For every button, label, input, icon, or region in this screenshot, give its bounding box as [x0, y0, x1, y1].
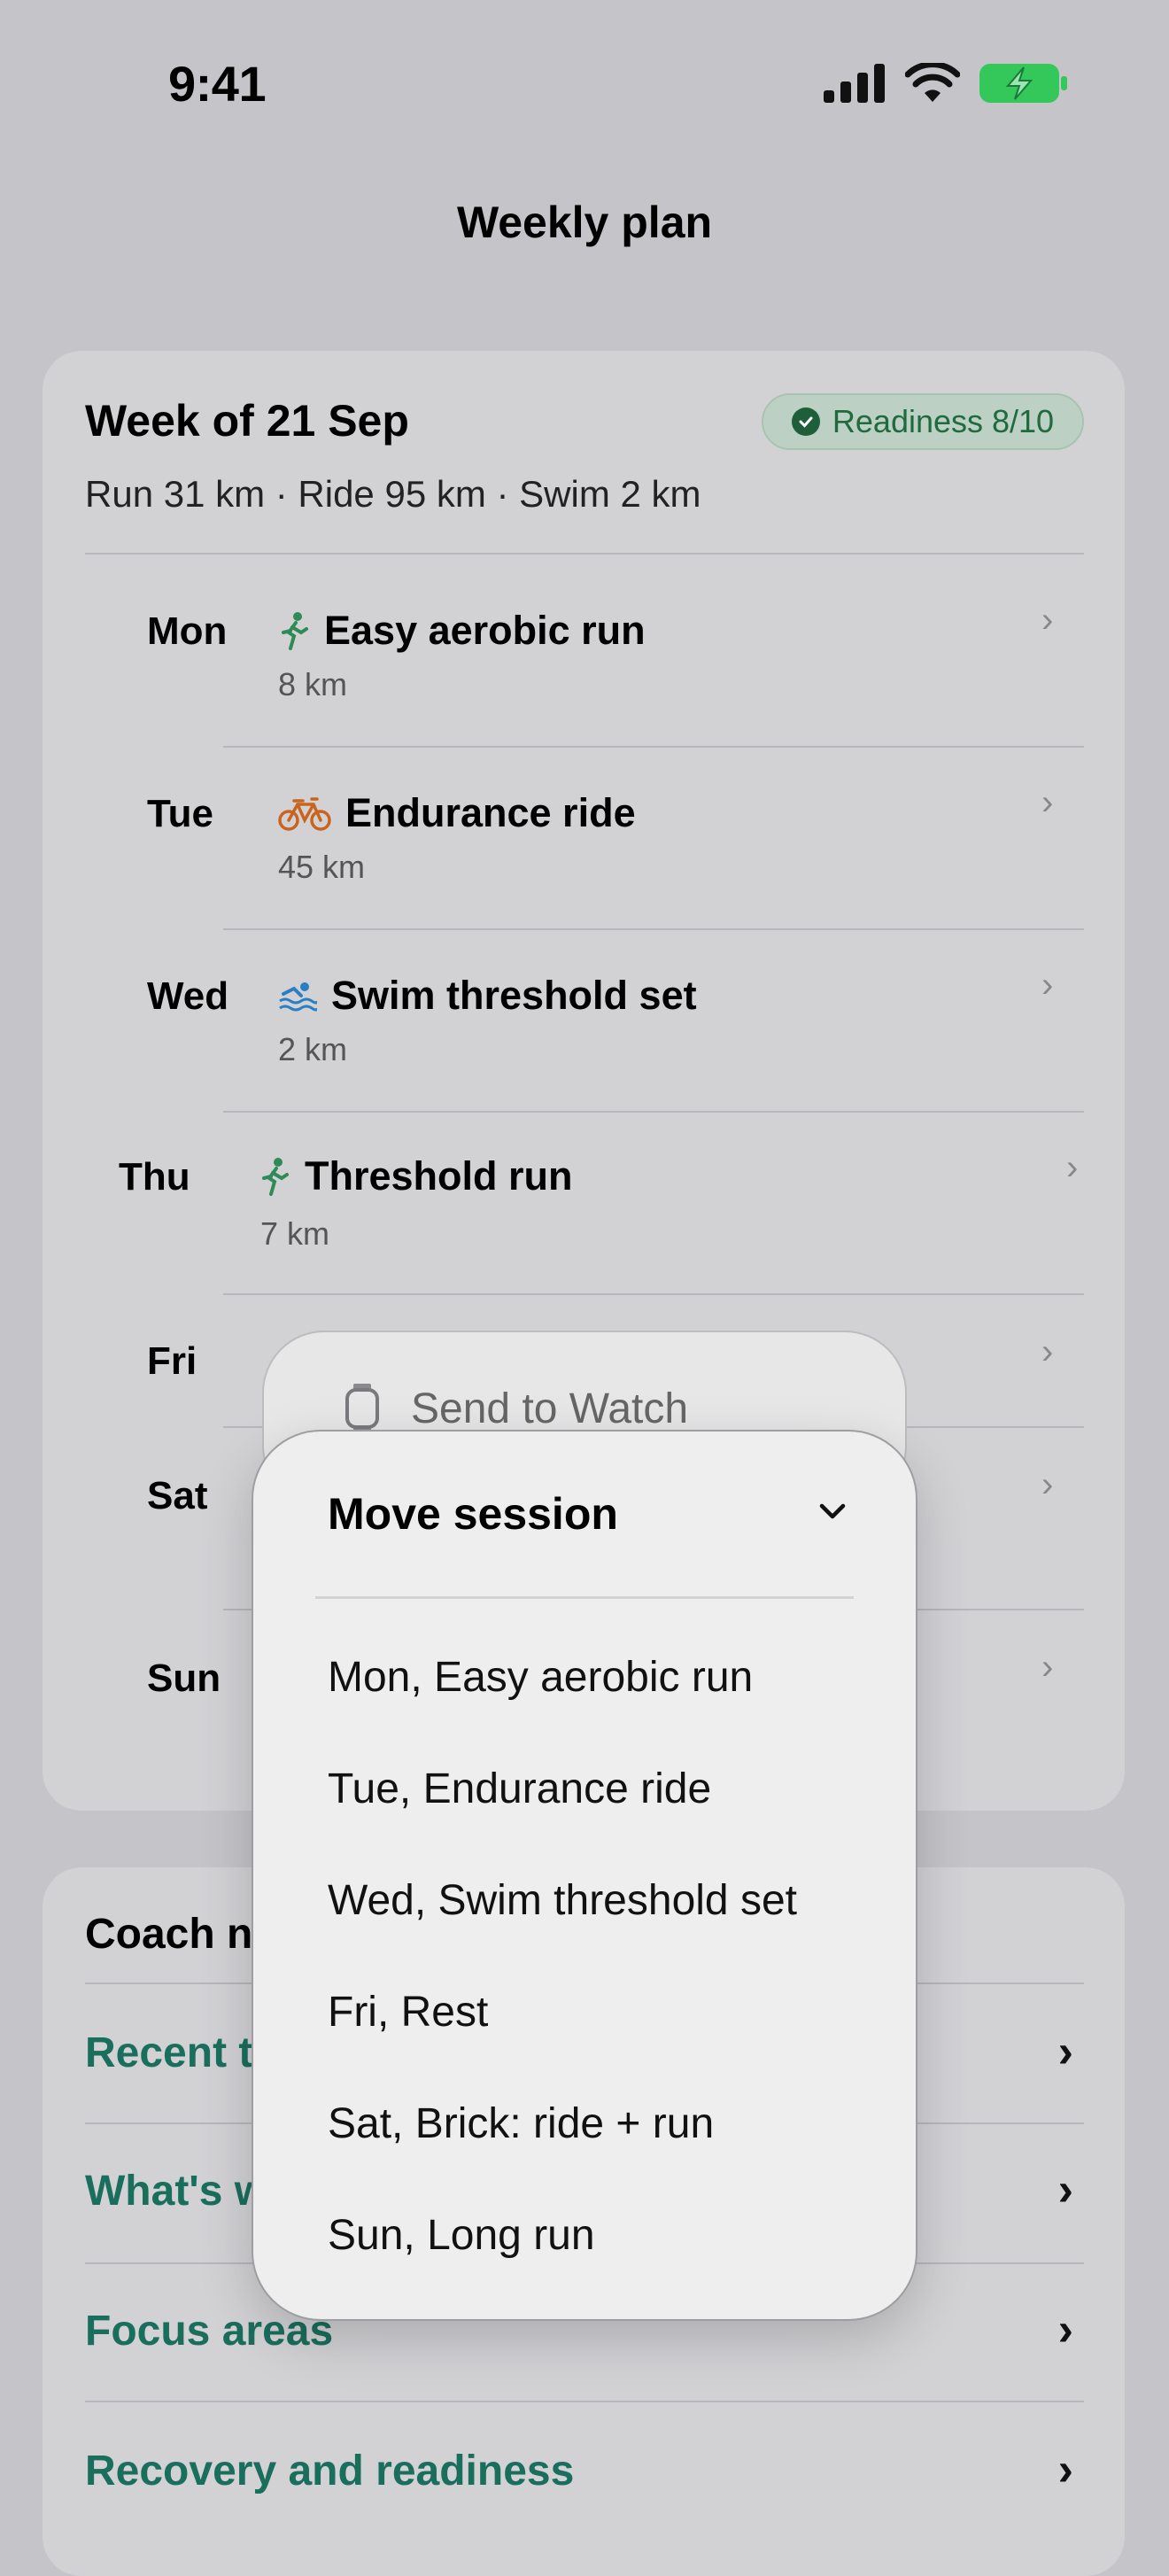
- chevron-right-icon: ›: [1057, 2026, 1073, 2077]
- session-name: Threshold run: [259, 1153, 573, 1199]
- chevron-right-icon: ›: [1041, 966, 1054, 1005]
- menu-item-fri[interactable]: Fri, Rest: [328, 1988, 488, 2037]
- session-name: Swim threshold set: [278, 973, 697, 1019]
- coach-link-whats[interactable]: What's w: [85, 2167, 267, 2215]
- session-row-tue[interactable]: [85, 758, 1084, 927]
- chevron-right-icon: ›: [1041, 783, 1054, 822]
- chevron-right-icon: ›: [1041, 1332, 1054, 1371]
- day-label: Sun: [147, 1657, 221, 1700]
- cellular-signal-icon: [824, 64, 885, 103]
- chevron-right-icon: ›: [1057, 2164, 1073, 2215]
- chevron-right-icon: ›: [1041, 1648, 1054, 1687]
- move-session-header[interactable]: Move session: [328, 1488, 618, 1540]
- run-icon: [282, 612, 308, 650]
- chevron-right-icon: ›: [1057, 2444, 1073, 2495]
- readiness-label: Readiness 8/10: [832, 403, 1055, 439]
- chevron-right-icon: ›: [1041, 1465, 1054, 1504]
- divider: [223, 746, 1084, 748]
- chevron-down-icon[interactable]: [815, 1494, 850, 1533]
- session-row-thu[interactable]: [62, 1121, 1107, 1295]
- session-distance: 8 km: [278, 666, 348, 702]
- menu-item-sun[interactable]: Sun, Long run: [328, 2211, 595, 2260]
- bike-icon: [278, 797, 331, 831]
- coach-title: Coach n: [85, 1911, 253, 1958]
- status-icons: [824, 62, 1068, 105]
- wifi-icon: [905, 63, 960, 102]
- menu-item-mon[interactable]: Mon, Easy aerobic run: [328, 1653, 753, 1702]
- day-label: Mon: [147, 609, 228, 653]
- day-label: Wed: [147, 974, 229, 1018]
- move-session-menu: [252, 1430, 917, 2321]
- session-distance: 7 km: [260, 1215, 330, 1252]
- readiness-badge: Readiness 8/10: [762, 393, 1084, 450]
- chevron-right-icon: ›: [1066, 1148, 1079, 1187]
- page-title: Weekly plan: [456, 198, 713, 247]
- battery-charging-icon: [979, 64, 1067, 103]
- coach-link-recent[interactable]: Recent t: [85, 2029, 252, 2077]
- coach-link-recovery[interactable]: Recovery and readiness: [85, 2447, 574, 2495]
- watch-icon: [345, 1384, 379, 1433]
- day-label: Fri: [147, 1339, 197, 1383]
- send-to-watch-item[interactable]: Send to Watch: [345, 1384, 688, 1433]
- swim-icon: [279, 982, 317, 1012]
- divider: [85, 553, 1084, 555]
- run-icon: [262, 1158, 289, 1196]
- chevron-right-icon: ›: [1041, 601, 1054, 640]
- menu-item-wed[interactable]: Wed, Swim threshold set: [328, 1876, 797, 1925]
- day-label: Thu: [119, 1155, 190, 1199]
- session-distance: 2 km: [278, 1031, 348, 1067]
- chevron-right-icon: ›: [1057, 2304, 1073, 2355]
- session-row-wed[interactable]: [85, 941, 1084, 1109]
- divider: [223, 1293, 1084, 1295]
- week-summary: Run 31 km · Ride 95 km · Swim 2 km: [85, 473, 701, 515]
- divider: [85, 2401, 1084, 2402]
- session-row-mon[interactable]: [85, 576, 1084, 744]
- check-circle-icon: [791, 407, 820, 436]
- session-name: Endurance ride: [278, 790, 636, 836]
- day-label: Sat: [147, 1474, 208, 1517]
- day-label: Tue: [147, 792, 213, 835]
- week-title: Week of 21 Sep: [85, 396, 409, 446]
- divider: [223, 1111, 1084, 1113]
- menu-item-tue[interactable]: Tue, Endurance ride: [328, 1765, 711, 1813]
- session-distance: 45 km: [278, 849, 366, 885]
- session-name: Easy aerobic run: [278, 608, 646, 654]
- menu-item-sat[interactable]: Sat, Brick: ride + run: [328, 2099, 714, 2148]
- divider: [223, 928, 1084, 930]
- menu-separator: [315, 1596, 854, 1599]
- status-time: 9:41: [168, 56, 267, 112]
